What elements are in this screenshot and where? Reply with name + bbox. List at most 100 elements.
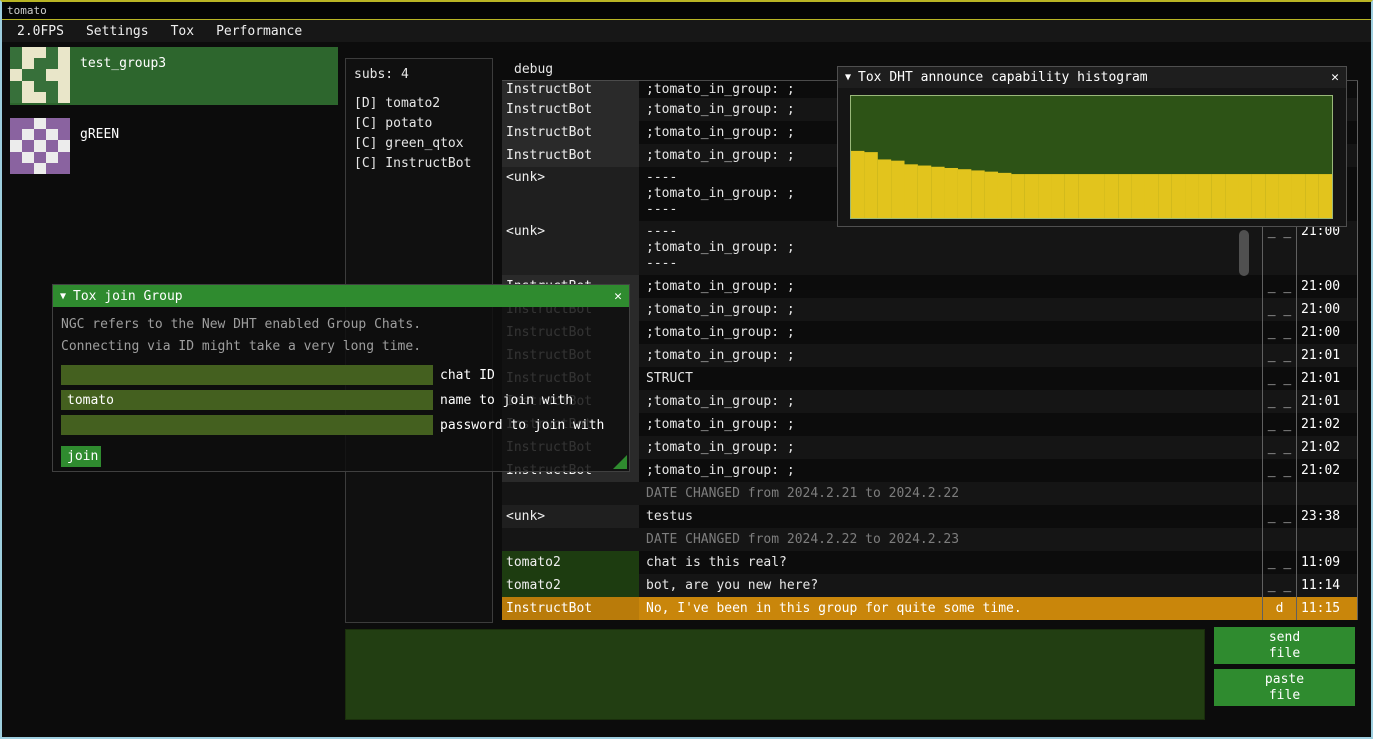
message-row[interactable]: InstructBot;tomato_in_group: ;_ _21:02 [502,413,1358,436]
message-row[interactable]: <unk>testus_ _23:38 [502,505,1358,528]
join-window-titlebar[interactable]: ▼ Tox join Group ✕ [53,285,629,307]
message-status: d [1262,597,1296,620]
join-info-line-2: Connecting via ID might take a very long… [61,337,621,357]
message-text: DATE CHANGED from 2024.2.22 to 2024.2.23 [642,528,1262,551]
message-text: ;tomato_in_group: ; [642,321,1262,344]
message-time: 11:09 [1296,551,1358,574]
field-label: chat ID [440,368,495,383]
group-name: test_group3 [70,47,166,71]
join-info-line-1: NGC refers to the New DHT enabled Group … [61,315,621,335]
chat-ID-field[interactable] [61,365,433,385]
close-icon[interactable]: ✕ [1331,70,1339,85]
name-to-join-with-field[interactable] [61,390,433,410]
message-text: No, I've been in this group for quite so… [642,597,1262,620]
message-time: 21:00 [1296,275,1358,298]
message-time: 21:01 [1296,390,1358,413]
message-text: bot, are you new here? [642,574,1262,597]
message-row[interactable]: InstructBot;tomato_in_group: ;_ _21:02 [502,459,1358,482]
message-time: 23:38 [1296,505,1358,528]
message-status: _ _ [1262,551,1296,574]
message-time [1296,528,1358,551]
sender-name: InstructBot [502,597,639,620]
message-status: _ _ [1262,275,1296,298]
message-text: STRUCT [642,367,1262,390]
chat-scrollbar[interactable] [1239,230,1249,276]
message-text: ;tomato_in_group: ; [642,390,1262,413]
subs-list-item[interactable]: [D] tomato2 [354,94,484,114]
message-row[interactable]: InstructBot;tomato_in_group: ;_ _21:01 [502,344,1358,367]
message-time: 21:01 [1296,344,1358,367]
message-text: DATE CHANGED from 2024.2.21 to 2024.2.22 [642,482,1262,505]
password-to-join-with-field[interactable] [61,415,433,435]
message-row[interactable]: InstructBot;tomato_in_group: ;_ _21:00 [502,275,1358,298]
sender-name: <unk> [502,221,639,275]
collapse-arrow-icon[interactable]: ▼ [60,291,66,302]
menu-tox[interactable]: Tox [160,21,205,42]
message-row[interactable]: tomato2bot, are you new here?_ _11:14 [502,574,1358,597]
subs-list-item[interactable]: [C] green_qtox [354,134,484,154]
message-time: 21:02 [1296,459,1358,482]
message-text: ;tomato_in_group: ; [642,298,1262,321]
message-text: ;tomato_in_group: ; [642,459,1262,482]
group-list: test_group3 gREEN [10,47,338,189]
message-status: _ _ [1262,221,1296,275]
field-label: password to join with [440,418,604,433]
message-row[interactable]: InstructBot;tomato_in_group: ;_ _21:01 [502,390,1358,413]
message-status: _ _ [1262,390,1296,413]
message-row[interactable]: InstructBot;tomato_in_group: ;_ _21:00 [502,298,1358,321]
join-fields: chat IDname to join withpassword to join… [53,365,629,435]
sender-name: InstructBot [502,121,639,144]
message-text: testus [642,505,1262,528]
sender-name [502,482,639,505]
histogram-window-titlebar[interactable]: ▼ Tox DHT announce capability histogram … [838,67,1346,88]
resize-grip[interactable] [613,455,627,469]
message-status: _ _ [1262,367,1296,390]
message-status: _ _ [1262,344,1296,367]
message-row[interactable]: <unk>---- ;tomato_in_group: ; ----_ _21:… [502,221,1358,275]
window-titlebar[interactable]: tomato [2,2,1371,20]
paste-file-button[interactable]: paste file [1214,669,1355,706]
histogram-window: ▼ Tox DHT announce capability histogram … [837,66,1347,227]
window-title: tomato [7,4,47,17]
sender-name: InstructBot [502,81,639,98]
subs-list-item[interactable]: [C] potato [354,114,484,134]
message-row[interactable]: tomato2chat is this real?_ _11:09 [502,551,1358,574]
message-row[interactable]: InstructBotSTRUCT_ _21:01 [502,367,1358,390]
menu-performance[interactable]: Performance [205,21,313,42]
message-time: 21:02 [1296,436,1358,459]
message-time: 21:00 [1296,321,1358,344]
date-separator-row[interactable]: DATE CHANGED from 2024.2.22 to 2024.2.23 [502,528,1358,551]
message-time: 11:14 [1296,574,1358,597]
group-item-gREEN[interactable]: gREEN [10,118,338,176]
collapse-arrow-icon[interactable]: ▼ [845,72,851,83]
tab-debug[interactable]: debug [514,62,553,77]
message-text: ;tomato_in_group: ; [642,413,1262,436]
message-text: ;tomato_in_group: ; [642,436,1262,459]
subs-list-item[interactable]: [C] InstructBot [354,154,484,174]
join-group-window: ▼ Tox join Group ✕ NGC refers to the New… [52,284,630,472]
app-window: tomato 2.0FPS SettingsToxPerformance tes… [0,0,1373,739]
histogram-window-title: Tox DHT announce capability histogram [858,70,1324,85]
close-icon[interactable]: ✕ [614,289,622,304]
menu-settings[interactable]: Settings [75,21,160,42]
message-status [1262,528,1296,551]
message-text: chat is this real? [642,551,1262,574]
sender-name: InstructBot [502,98,639,121]
send-file-button[interactable]: send file [1214,627,1355,664]
message-time: 21:00 [1296,221,1358,275]
message-status: _ _ [1262,574,1296,597]
join-window-title: Tox join Group [73,289,607,304]
message-text: ;tomato_in_group: ; [642,275,1262,298]
message-row[interactable]: InstructBotNo, I've been in this group f… [502,597,1358,620]
menu-bar: 2.0FPS SettingsToxPerformance [2,20,1371,42]
sender-name [502,528,639,551]
message-row[interactable]: InstructBot;tomato_in_group: ;_ _21:00 [502,321,1358,344]
message-input[interactable] [345,629,1205,720]
message-time: 21:02 [1296,413,1358,436]
message-row[interactable]: InstructBot;tomato_in_group: ;_ _21:02 [502,436,1358,459]
join-button[interactable]: join [61,446,101,467]
group-item-test_group3[interactable]: test_group3 [10,47,338,105]
sender-name: <unk> [502,505,639,528]
date-separator-row[interactable]: DATE CHANGED from 2024.2.21 to 2024.2.22 [502,482,1358,505]
message-status: _ _ [1262,436,1296,459]
